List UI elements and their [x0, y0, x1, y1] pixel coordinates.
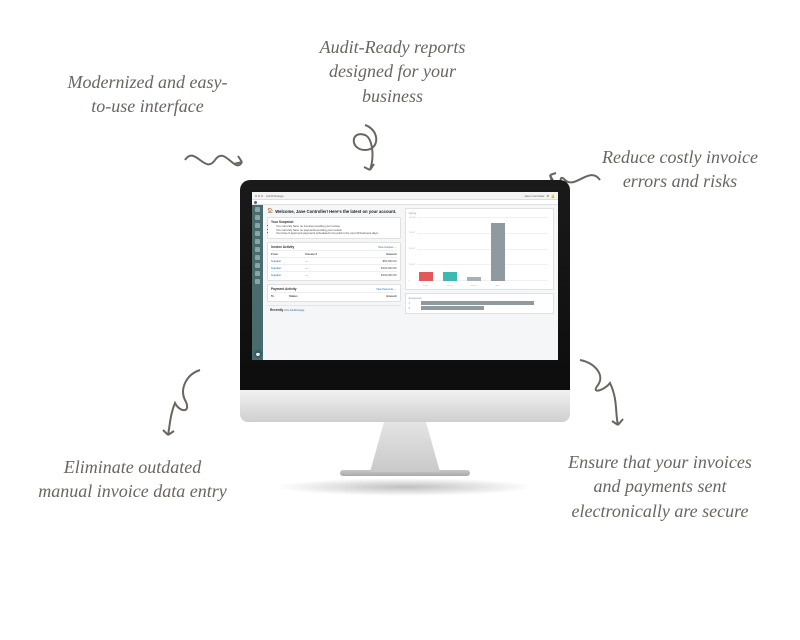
sidebar-item[interactable] — [255, 247, 260, 252]
expenses-chart-title: Expenses — [409, 296, 550, 300]
app-screenshot: AvidXchange Jane Controller ⚙ 🔔 — [252, 192, 558, 360]
tab-label: AvidXchange — [266, 194, 284, 198]
sidebar — [252, 205, 263, 360]
sidebar-item[interactable] — [255, 207, 260, 212]
imac-chin — [240, 390, 570, 422]
hbar-b — [421, 306, 485, 310]
payment-table: To Status Amount — [271, 292, 397, 299]
sidebar-item[interactable] — [255, 239, 260, 244]
callout-audit: Audit-Ready reports designed for your bu… — [310, 35, 475, 108]
snapshot-bullet: You have 0 approved payments scheduled t… — [276, 232, 397, 236]
aging-chart-card: Aging 100000 75000 50000 25000 0 — [405, 208, 554, 290]
window-controls-icon — [255, 194, 264, 198]
bell-icon: 🔔 — [551, 194, 555, 198]
callout-errors: Reduce costly invoice errors and risks — [600, 145, 760, 194]
bar-61-90 — [467, 277, 481, 281]
col-invoice: Invoice # — [305, 250, 345, 257]
table-row[interactable]: Supplier — $100,000.00 — [271, 264, 397, 271]
imac-shadow — [275, 478, 535, 496]
sidebar-item[interactable] — [255, 255, 260, 260]
bar-1-30 — [419, 272, 433, 281]
invoice-activity-title: Invoice Activity — [271, 245, 294, 249]
view-payments-link[interactable]: View Payments → — [376, 288, 396, 292]
feed-title: Recently — [270, 308, 283, 312]
main-content: 🏠 Welcome, Jane Controller! Here's the l… — [263, 205, 558, 360]
snapshot-card: Your Snapshot You currently have no invo… — [267, 217, 401, 239]
callout-eliminate: Eliminate outdated manual invoice data e… — [35, 455, 230, 504]
view-invoices-link[interactable]: View Invoices → — [378, 246, 396, 250]
bar-31-60 — [443, 272, 457, 281]
welcome-heading: Welcome, Jane Controller! Here's the lat… — [275, 209, 396, 214]
arrow-squiggle-icon — [340, 120, 390, 180]
callout-secure: Ensure that your invoices and payments s… — [560, 450, 760, 523]
expenses-chart-card: Expenses A B — [405, 293, 554, 314]
chat-icon[interactable]: 💬 — [254, 350, 262, 358]
gear-icon: ⚙ — [547, 194, 550, 198]
payment-activity-card: Payment Activity View Payments → To Stat… — [267, 284, 401, 302]
browser-chrome: AvidXchange Jane Controller ⚙ 🔔 — [252, 192, 558, 200]
table-row[interactable]: Supplier — $50,000.00 — [271, 257, 397, 264]
sidebar-item[interactable] — [255, 231, 260, 236]
arrow-squiggle-icon — [570, 355, 640, 435]
arrow-squiggle-icon — [150, 365, 210, 445]
feed-subtitle: from AvidXchange — [284, 309, 304, 312]
sidebar-item[interactable] — [255, 279, 260, 284]
sidebar-item[interactable] — [255, 263, 260, 268]
sidebar-item[interactable] — [255, 215, 260, 220]
imac-stand — [370, 422, 440, 472]
payment-activity-title: Payment Activity — [271, 287, 297, 291]
user-label: Jane Controller — [524, 194, 544, 198]
col-from: From — [271, 250, 305, 257]
imac-bezel: AvidXchange Jane Controller ⚙ 🔔 — [240, 180, 570, 390]
col-amount: Amount — [345, 250, 397, 257]
home-icon: 🏠 — [267, 208, 273, 214]
logo-icon — [254, 201, 257, 204]
bar-90-plus — [491, 223, 505, 281]
aging-bar-chart: 100000 75000 50000 25000 0 — [409, 215, 550, 285]
invoice-table: From Invoice # Amount Supplier — $50,000… — [271, 250, 397, 278]
invoice-activity-card: Invoice Activity View Invoices → From In… — [267, 242, 401, 281]
table-row[interactable]: Supplier — $100,000.00 — [271, 271, 397, 278]
hbar-a — [421, 301, 534, 305]
sidebar-item[interactable] — [255, 223, 260, 228]
imac-mockup: AvidXchange Jane Controller ⚙ 🔔 — [240, 180, 570, 480]
recently-feed: Recently from AvidXchange — [267, 305, 401, 314]
callout-modernized: Modernized and easy-to-use interface — [60, 70, 235, 119]
sidebar-item[interactable] — [255, 271, 260, 276]
